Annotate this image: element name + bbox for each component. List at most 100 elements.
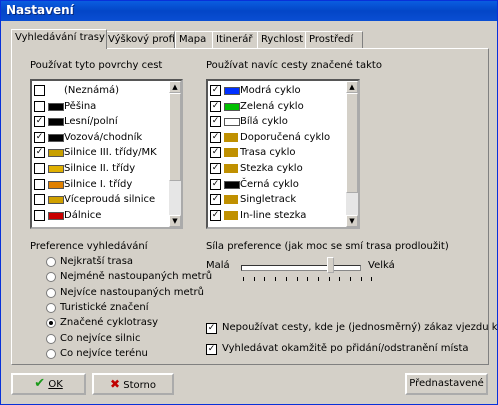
scroll-down-icon[interactable]: ▼ bbox=[169, 215, 181, 227]
marked-swatch-icon bbox=[224, 132, 238, 142]
strength-min-label: Malá bbox=[206, 260, 230, 271]
marked-swatch-icon bbox=[224, 164, 238, 173]
tab-itinerary[interactable]: Itinerář bbox=[212, 31, 258, 48]
surface-item-label: Silnice I. třídy bbox=[64, 178, 133, 190]
surface-checkbox[interactable] bbox=[34, 209, 45, 221]
marked-checkbox[interactable]: ✓ bbox=[210, 147, 221, 159]
slider-tick bbox=[296, 277, 298, 281]
marked-checkbox[interactable]: ✓ bbox=[210, 178, 221, 190]
preference-option-label: Značené cyklotrasy bbox=[60, 317, 159, 329]
surface-swatch-icon bbox=[48, 211, 64, 220]
slider-tick bbox=[350, 277, 351, 281]
surface-checkbox[interactable] bbox=[34, 163, 45, 174]
slider-tick bbox=[328, 277, 330, 281]
marked-routes-list[interactable]: ✓ Modrá cyklo ✓ Zelená cyklo ✓ Bílá cyklo ✓ Dop… bbox=[206, 79, 360, 229]
preference-radio[interactable] bbox=[46, 287, 56, 298]
surface-swatch-icon bbox=[48, 133, 64, 142]
surfaces-list[interactable]: (Neznámá) Pěšina ✓ Lesní/polní ✓ Vozová/chodn… bbox=[30, 79, 183, 229]
tab-elevation-profile[interactable]: Výškový profil bbox=[104, 31, 178, 48]
tab-speed[interactable]: Rychlost bbox=[257, 31, 306, 48]
slider-tick bbox=[275, 277, 277, 281]
scroll-up-icon[interactable]: ▲ bbox=[346, 81, 358, 93]
preference-radio[interactable] bbox=[46, 333, 56, 344]
preference-option-label: Co nejvíce terénu bbox=[60, 347, 148, 359]
preference-option-label: Co nejvíce silnic bbox=[60, 332, 141, 344]
surface-checkbox[interactable]: ✓ bbox=[34, 131, 45, 143]
slider-tick bbox=[339, 277, 341, 281]
check-icon: ✔ bbox=[34, 376, 46, 391]
surface-item-label: Vozová/chodník bbox=[64, 131, 143, 143]
preference-radio[interactable] bbox=[46, 257, 56, 267]
instant-search-checkbox[interactable]: ✓ bbox=[206, 344, 217, 355]
slider-tick bbox=[253, 277, 255, 281]
marked-item-label: Bílá cyklo bbox=[240, 116, 288, 128]
surface-checkbox[interactable] bbox=[34, 85, 45, 96]
marked-item-label: Doporučená cyklo bbox=[240, 131, 331, 143]
marked-checkbox[interactable]: ✓ bbox=[210, 116, 221, 128]
title-bar: Nastavení bbox=[1, 1, 497, 21]
preset-button[interactable]: Přednastavené bbox=[405, 373, 488, 395]
surfaces-scrollbar[interactable]: ▲ ▼ bbox=[169, 81, 181, 227]
marked-item-label: Stezka cyklo bbox=[240, 163, 303, 174]
surface-item-label: Víceproudá silnice bbox=[64, 194, 156, 206]
surface-swatch-icon bbox=[48, 102, 64, 111]
surface-item-label: Silnice II. třídy bbox=[64, 163, 136, 174]
slider-tick bbox=[264, 277, 266, 281]
marked-checkbox[interactable]: ✓ bbox=[210, 209, 221, 221]
preference-option-label: Nejvíce nastoupaných metrů bbox=[60, 286, 204, 298]
no-oneway-label: Nepoužívat cesty, kde je (jednosměrný) z… bbox=[222, 322, 498, 333]
surface-checkbox[interactable] bbox=[34, 194, 45, 206]
cross-icon: ✖ bbox=[109, 377, 121, 391]
marked-swatch-icon bbox=[224, 102, 240, 111]
ok-button[interactable]: ✔ OK bbox=[11, 373, 86, 395]
marked-checkbox[interactable]: ✓ bbox=[210, 163, 221, 174]
strength-max-label: Velká bbox=[368, 260, 395, 271]
preference-option-label: Nejkratší trasa bbox=[60, 256, 134, 267]
slider-tick bbox=[317, 277, 319, 281]
marked-checkbox[interactable]: ✓ bbox=[210, 85, 221, 96]
marked-item-label: Modrá cyklo bbox=[240, 85, 301, 96]
marked-checkbox[interactable]: ✓ bbox=[210, 100, 221, 112]
strength-label: Síla preference (jak moc se smí trasa pr… bbox=[206, 241, 449, 252]
preference-option-label: Nejméně nastoupaných metrů bbox=[60, 271, 213, 283]
surface-checkbox[interactable]: ✓ bbox=[34, 147, 45, 159]
marked-item-label: Trasa cyklo bbox=[240, 147, 296, 159]
slider-tick bbox=[307, 277, 309, 281]
surface-checkbox[interactable]: ✓ bbox=[34, 116, 45, 128]
scroll-up-icon[interactable]: ▲ bbox=[169, 81, 181, 93]
strength-slider-track[interactable] bbox=[241, 265, 361, 271]
surface-swatch-icon bbox=[48, 180, 64, 189]
surface-swatch-icon bbox=[48, 196, 64, 205]
scroll-down-icon[interactable]: ▼ bbox=[346, 215, 358, 227]
no-oneway-checkbox[interactable]: ✓ bbox=[206, 323, 217, 334]
marked-checkbox[interactable]: ✓ bbox=[210, 194, 221, 206]
scroll-thumb[interactable] bbox=[346, 93, 358, 193]
marked-swatch-icon bbox=[224, 118, 240, 127]
marked-scrollbar[interactable]: ▲ ▼ bbox=[346, 81, 358, 227]
marked-checkbox[interactable]: ✓ bbox=[210, 131, 221, 143]
preference-radio[interactable] bbox=[46, 348, 56, 359]
surface-checkbox[interactable] bbox=[34, 178, 45, 190]
preference-radio[interactable] bbox=[46, 302, 56, 313]
tab-route-search[interactable]: Vyhledávání trasy bbox=[11, 29, 107, 49]
scroll-thumb[interactable] bbox=[169, 93, 181, 181]
marked-swatch-icon bbox=[224, 210, 238, 220]
marked-item-label: Singletrack bbox=[240, 194, 297, 206]
tab-environment[interactable]: Prostředí bbox=[305, 31, 363, 48]
strength-slider-thumb[interactable] bbox=[326, 257, 334, 273]
surface-swatch-icon bbox=[48, 118, 64, 127]
marked-routes-label: Používat navíc cesty značené takto bbox=[206, 60, 382, 71]
marked-swatch-icon bbox=[224, 87, 240, 95]
surface-checkbox[interactable] bbox=[34, 100, 45, 112]
surface-item-label: (Neznámá) bbox=[64, 85, 120, 96]
slider-tick bbox=[243, 277, 244, 281]
instant-search-label: Vyhledávat okamžitě po přidání/odstraněn… bbox=[222, 343, 469, 354]
settings-window: Nastavení Vyhledávání trasy Výškový prof… bbox=[0, 0, 498, 405]
marked-item-label: Černá cyklo bbox=[240, 178, 299, 190]
cancel-label: Storno bbox=[123, 380, 157, 391]
cancel-button[interactable]: ✖ Storno bbox=[92, 373, 174, 395]
marked-swatch-icon bbox=[224, 180, 240, 189]
ok-label: OK bbox=[48, 379, 63, 390]
tab-map[interactable]: Mapa bbox=[175, 31, 213, 48]
surface-item-label: Dálnice bbox=[64, 209, 102, 221]
